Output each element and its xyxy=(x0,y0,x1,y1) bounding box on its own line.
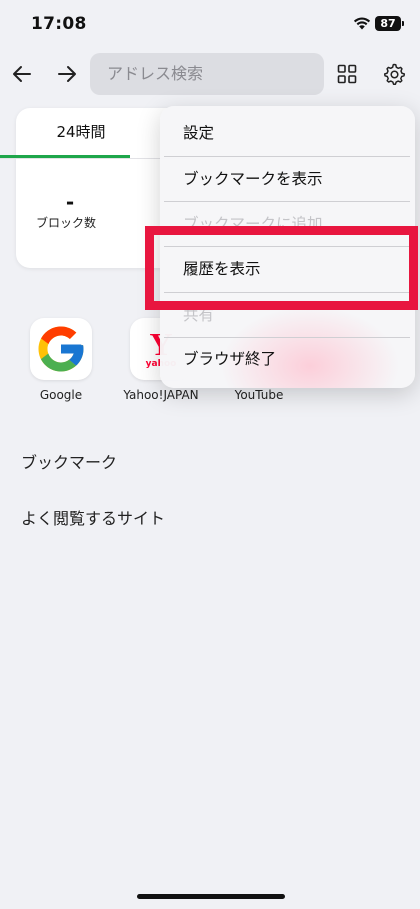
block-count-label: ブロック数 xyxy=(36,216,97,230)
address-placeholder: アドレス検索 xyxy=(107,64,204,83)
back-button[interactable] xyxy=(10,62,34,86)
bookmarks-section-title[interactable]: ブックマーク xyxy=(21,449,117,473)
shortcut-label: Yahoo!JAPAN xyxy=(123,388,199,402)
forward-button[interactable] xyxy=(55,62,79,86)
address-search-input[interactable]: アドレス検索 xyxy=(90,53,324,95)
menu-item-settings[interactable]: 設定 xyxy=(160,111,415,156)
shortcut-label: YouTube xyxy=(234,388,284,402)
frequent-sites-section-title[interactable]: よく閲覧するサイト xyxy=(21,505,165,529)
google-icon xyxy=(30,318,92,380)
status-time: 17:08 xyxy=(31,14,87,34)
highlight-box xyxy=(145,226,418,310)
gear-icon[interactable] xyxy=(382,62,406,86)
tabs-grid-icon[interactable] xyxy=(337,64,357,84)
home-indicator xyxy=(137,894,285,899)
tab-24-hours[interactable]: 24時間 xyxy=(16,108,146,158)
block-count-value: - xyxy=(65,190,75,214)
menu-item-quit-browser[interactable]: ブラウザ終了 xyxy=(160,337,415,382)
battery-level: 87 xyxy=(380,17,396,30)
shortcut-google[interactable]: Google xyxy=(16,318,106,402)
battery-icon: 87 xyxy=(375,16,404,31)
shortcut-label: Google xyxy=(39,388,83,402)
status-bar: 17:08 87 xyxy=(0,0,420,50)
wifi-icon xyxy=(353,17,371,30)
menu-item-show-bookmarks[interactable]: ブックマークを表示 xyxy=(160,157,415,202)
